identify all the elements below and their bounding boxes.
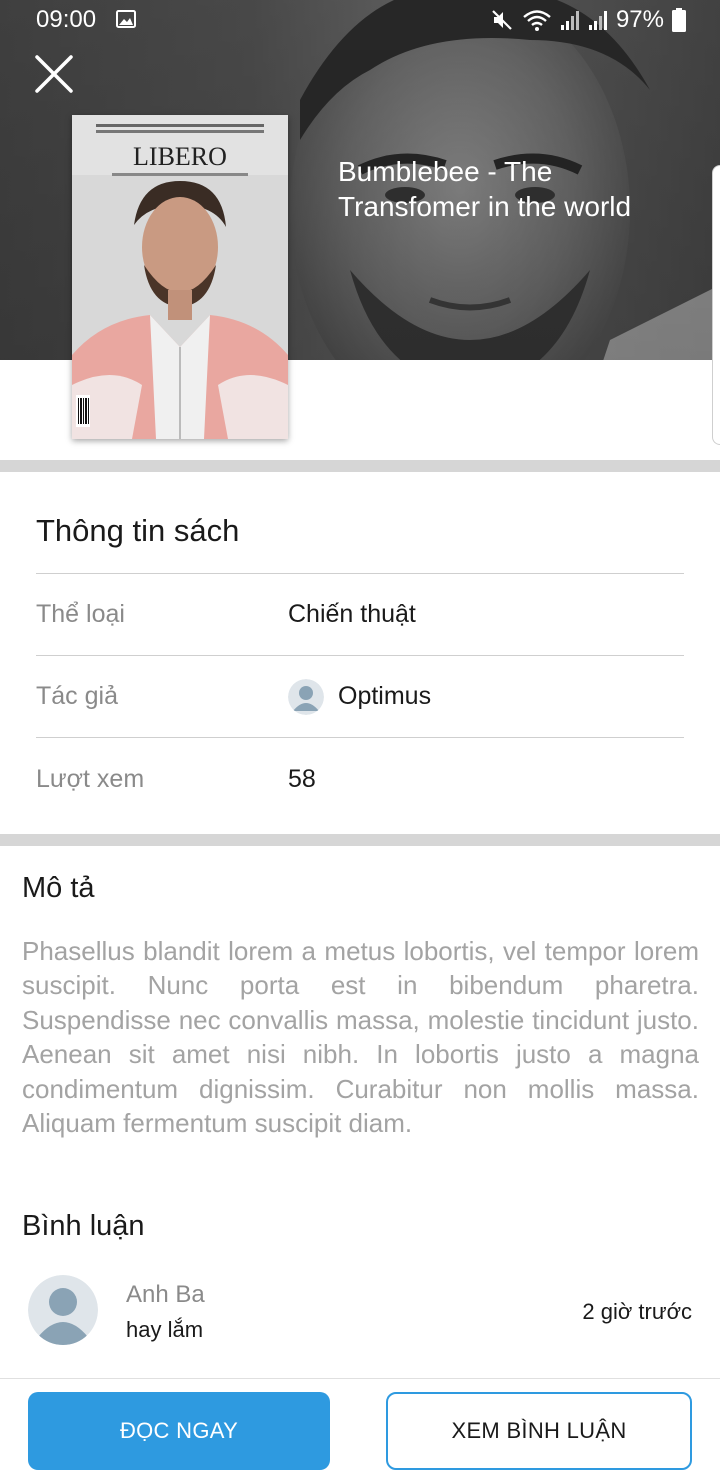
comments-heading: Bình luận bbox=[22, 1210, 145, 1242]
views-label: Lượt xem bbox=[36, 764, 145, 793]
info-row-views: Lượt xem 58 bbox=[36, 738, 684, 820]
image-icon bbox=[116, 10, 136, 28]
bottom-action-bar: ĐỌC NGAY XEM BÌNH LUẬN bbox=[0, 1378, 720, 1480]
commenter-avatar bbox=[28, 1275, 98, 1345]
book-title: Bumblebee - The Transfomer in the world bbox=[338, 156, 632, 222]
author-label: Tác giả bbox=[36, 682, 118, 710]
info-row-author[interactable]: Tác giả Optimus bbox=[36, 656, 684, 738]
battery-icon bbox=[672, 8, 686, 32]
info-row-genre: Thể loại Chiến thuật bbox=[36, 574, 684, 656]
description-heading: Mô tả bbox=[22, 872, 95, 904]
book-cover[interactable]: LIBERO bbox=[72, 115, 288, 439]
author-name: Optimus bbox=[338, 682, 432, 710]
view-comments-button[interactable]: XEM BÌNH LUẬN bbox=[386, 1392, 692, 1470]
signal-icon bbox=[560, 11, 579, 30]
genre-label: Thể loại bbox=[36, 600, 125, 628]
status-time: 09:00 bbox=[36, 6, 97, 33]
wifi-icon bbox=[523, 10, 551, 31]
section-divider bbox=[0, 460, 720, 472]
author-value-group[interactable]: Optimus bbox=[288, 678, 432, 715]
status-bar: 09:00 97% bbox=[0, 0, 720, 44]
comment-text: hay lắm bbox=[126, 1317, 204, 1342]
book-info-section: Thông tin sách Thể loại Chiến thuật Tác … bbox=[36, 472, 684, 820]
genre-value: Chiến thuật bbox=[288, 600, 416, 628]
book-info-heading: Thông tin sách bbox=[36, 472, 684, 574]
comment-time: 2 giờ trước bbox=[582, 1299, 692, 1324]
scroll-indicator bbox=[712, 165, 720, 445]
commenter-name: Anh Ba bbox=[126, 1281, 205, 1308]
mute-icon bbox=[492, 10, 512, 30]
read-now-button[interactable]: ĐỌC NGAY bbox=[28, 1392, 330, 1470]
description-text: Phasellus blandit lorem a metus lobortis… bbox=[22, 936, 699, 1139]
cover-masthead: LIBERO bbox=[133, 142, 227, 171]
section-divider bbox=[0, 834, 720, 846]
magazine-cover-image: LIBERO bbox=[72, 115, 288, 439]
status-right-group: 97% bbox=[490, 6, 686, 34]
views-value: 58 bbox=[288, 764, 316, 793]
close-icon[interactable] bbox=[34, 54, 74, 94]
user-avatar-icon bbox=[288, 678, 324, 715]
comment-item: Anh Ba hay lắm 2 giờ trước bbox=[28, 1275, 692, 1347]
signal-icon bbox=[588, 11, 607, 30]
battery-percentage: 97% bbox=[615, 6, 664, 33]
